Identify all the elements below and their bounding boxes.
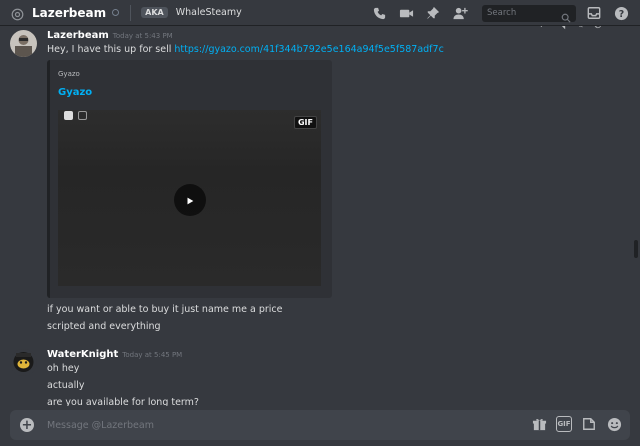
avatar[interactable] <box>10 30 37 57</box>
status-offline-icon <box>112 9 120 16</box>
sticker-icon[interactable] <box>581 416 597 432</box>
aka-badge: AKA <box>141 7 168 18</box>
reply-icon[interactable]: ↩ <box>539 26 547 36</box>
video-thumbnail-icon <box>64 111 73 120</box>
upload-plus-icon[interactable]: + <box>20 418 34 432</box>
message-text: actually <box>47 380 85 391</box>
message-composer: + GIF <box>10 410 630 440</box>
channel-header: Lazerbeam AKA WhaleSteamy ? <box>0 0 640 26</box>
message-input[interactable] <box>47 416 487 434</box>
timestamp: Today at 5:43 PM <box>112 32 173 40</box>
message-actions: ↩ ◥ ✎ ⊘ ⋯ <box>539 26 622 36</box>
pin-icon[interactable] <box>425 5 441 21</box>
play-icon <box>185 191 195 210</box>
inbox-icon[interactable] <box>586 5 602 21</box>
more-icon[interactable]: ⋯ <box>612 26 622 36</box>
link-embed: Gyazo Gyazo GIF <box>47 60 332 298</box>
dm-recipient-name: Lazerbeam <box>32 5 107 20</box>
message-text: are you available for long term? <box>47 397 199 406</box>
embed-provider[interactable]: Gyazo <box>58 70 80 78</box>
embed-video[interactable]: GIF <box>58 110 321 286</box>
message-text: if you want or able to buy it just name … <box>47 304 283 315</box>
message-text-content: Hey, I have this up for sell <box>47 44 175 55</box>
message-text: oh hey <box>47 363 80 374</box>
call-icon[interactable] <box>371 5 387 21</box>
message-header: Lazerbeam Today at 5:43 PM <box>47 30 173 41</box>
timestamp: Today at 5:45 PM <box>122 351 183 359</box>
video-thumbnail-icon <box>78 111 87 120</box>
gif-badge: GIF <box>293 116 317 129</box>
avatar[interactable] <box>10 349 37 376</box>
embed-title[interactable]: Gyazo <box>58 87 92 98</box>
at-icon <box>11 6 24 21</box>
play-button[interactable] <box>174 184 206 216</box>
link-icon[interactable]: ⊘ <box>594 26 602 36</box>
message-header: WaterKnight Today at 5:45 PM <box>47 349 182 360</box>
username[interactable]: Lazerbeam <box>47 30 109 41</box>
search-input[interactable] <box>487 8 557 18</box>
search-icon <box>561 8 571 23</box>
react-icon[interactable]: ◥ <box>558 26 566 36</box>
scrollbar-thumb[interactable] <box>634 240 638 258</box>
gift-icon[interactable] <box>531 416 547 432</box>
username[interactable]: WaterKnight <box>47 349 118 360</box>
video-icon[interactable] <box>398 5 414 21</box>
message-text: scripted and everything <box>47 321 161 332</box>
pin-message-icon[interactable]: ✎ <box>575 26 583 36</box>
emoji-icon[interactable] <box>606 416 622 432</box>
help-icon[interactable]: ? <box>613 5 629 21</box>
aka-name: WhaleSteamy <box>175 7 242 18</box>
add-friend-icon[interactable] <box>452 5 468 21</box>
search-box[interactable] <box>482 4 576 23</box>
message-link[interactable]: https://gyazo.com/41f344b792e5e164a94f5e… <box>174 44 443 55</box>
message-list[interactable]: ↩ ◥ ✎ ⊘ ⋯ Lazerbeam Today at 5:43 PM Hey… <box>0 26 640 406</box>
message-text: Hey, I have this up for sell https://gya… <box>47 44 444 55</box>
aka-section: AKA WhaleSteamy <box>130 4 242 21</box>
svg-text:?: ? <box>618 8 623 19</box>
gif-icon[interactable]: GIF <box>556 416 572 432</box>
